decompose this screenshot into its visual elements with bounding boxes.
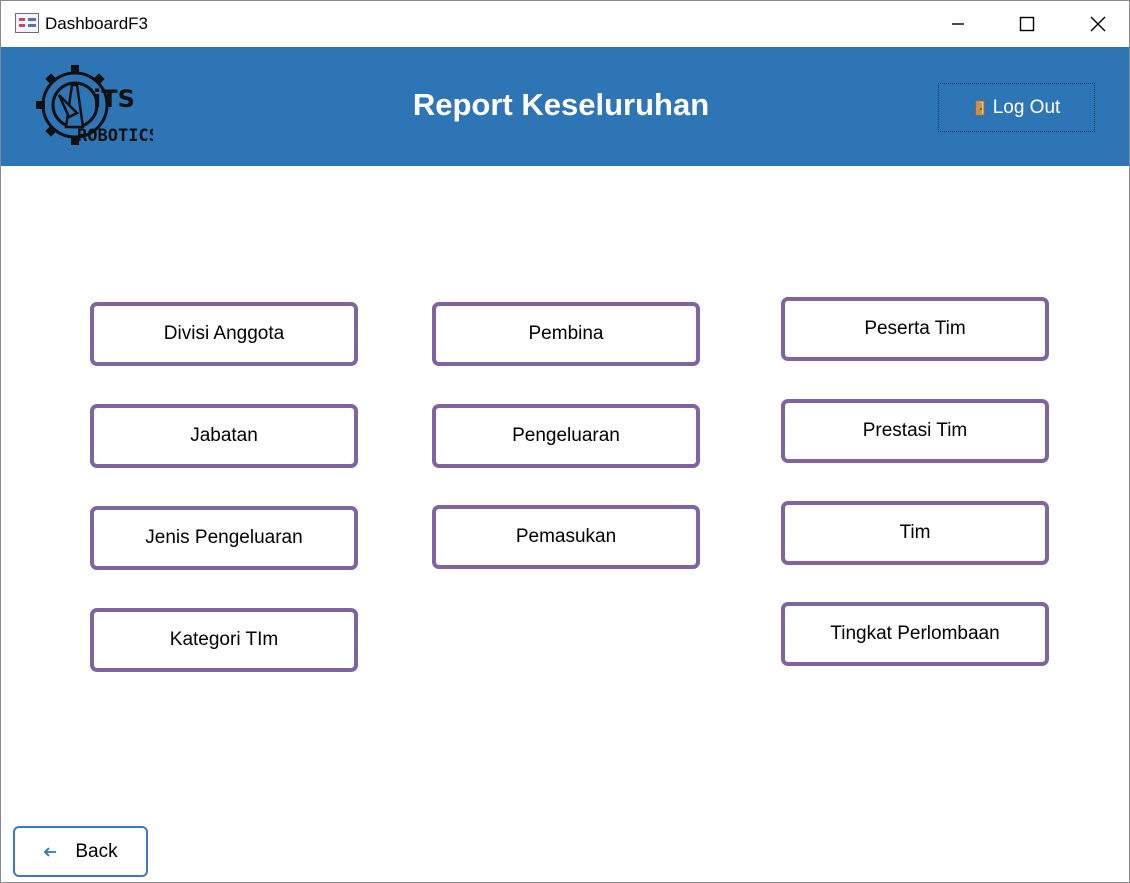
arrow-left-icon [44, 846, 57, 857]
back-label: Back [75, 840, 118, 862]
pemasukan-button[interactable]: Pemasukan [432, 505, 700, 569]
jenis-pengeluaran-button[interactable]: Jenis Pengeluaran [90, 506, 358, 570]
page-header: iTS ROBOTICS Report Keseluruhan Log Out [1, 47, 1129, 166]
close-icon [1090, 16, 1106, 32]
window-title: DashboardF3 [45, 14, 149, 33]
prestasi-tim-button[interactable]: Prestasi Tim [781, 399, 1049, 463]
tim-button[interactable]: Tim [781, 501, 1049, 565]
maximize-icon [1019, 16, 1035, 32]
minimize-button[interactable] [935, 7, 981, 41]
logo-text-bottom: ROBOTICS [77, 126, 153, 146]
pengeluaran-button[interactable]: Pengeluaran [432, 404, 700, 468]
jabatan-button[interactable]: Jabatan [90, 404, 358, 468]
back-button[interactable]: Back [13, 826, 148, 877]
maximize-button[interactable] [1004, 7, 1050, 41]
divisi-anggota-button[interactable]: Divisi Anggota [90, 302, 358, 366]
logout-label: Log Out [992, 96, 1061, 118]
kategori-tim-button[interactable]: Kategori TIm [90, 608, 358, 672]
door-exit-icon [975, 100, 985, 115]
pembina-button[interactable]: Pembina [432, 302, 700, 366]
tingkat-perlombaan-button[interactable]: Tingkat Perlombaan [781, 602, 1049, 666]
title-bar: DashboardF3 [1, 1, 1129, 47]
form-app-icon [15, 13, 39, 33]
logout-button[interactable]: Log Out [938, 83, 1095, 132]
close-button[interactable] [1075, 7, 1121, 41]
app-window: DashboardF3 iTS ROBOTICS Report Keseluru… [0, 0, 1130, 883]
peserta-tim-button[interactable]: Peserta Tim [781, 297, 1049, 361]
minimize-icon [952, 23, 964, 25]
